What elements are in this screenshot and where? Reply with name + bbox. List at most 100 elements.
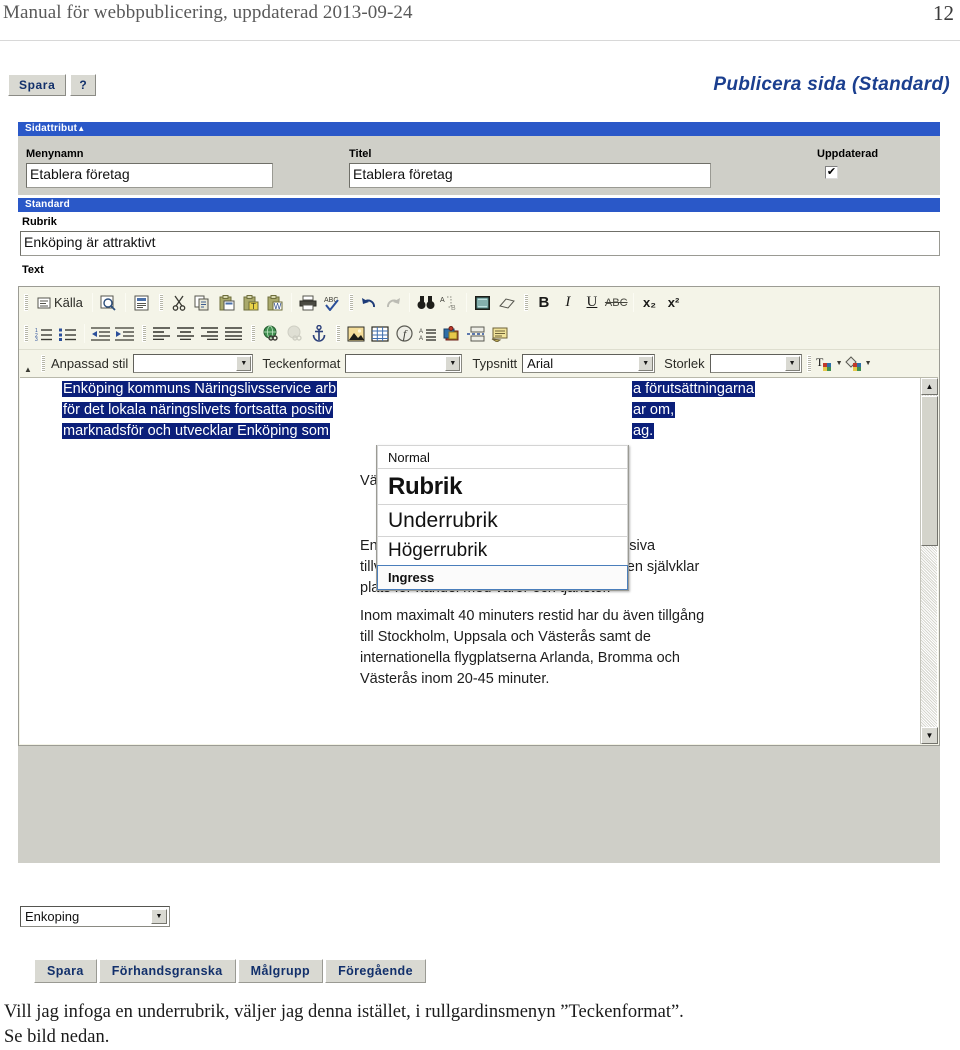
dropdown-item-underrubrik[interactable]: Underrubrik [377, 504, 628, 537]
chevron-down-icon[interactable]: ▼ [151, 909, 167, 924]
align-justify-button[interactable] [223, 323, 245, 345]
dropdown-item-normal[interactable]: Normal [377, 445, 628, 469]
remove-format-button[interactable] [496, 292, 518, 314]
numbered-list-button[interactable]: 1 2 3 [33, 323, 55, 345]
heading-input[interactable]: Enköping är attraktivt [20, 231, 940, 256]
copy-button[interactable] [192, 292, 214, 314]
select-all-button[interactable] [472, 292, 494, 314]
top-command-bar: Spara ? [8, 74, 97, 96]
chevron-down-icon[interactable]: ▼ [638, 355, 654, 371]
selected-paragraph-right: a förutsättningarna ar om, ag. [632, 379, 882, 442]
bold-button[interactable]: B [533, 292, 555, 314]
section-bar-page-attributes[interactable]: Sidattribut▲ [18, 122, 940, 136]
bottom-preview-button[interactable]: Förhandsgranska [98, 959, 236, 983]
bottom-target-group-button[interactable]: Målgrupp [237, 959, 324, 983]
svg-text:T: T [816, 355, 824, 369]
char-format-dropdown-menu[interactable]: Normal Rubrik Underrubrik Högerrubrik In… [376, 445, 629, 591]
bulleted-list-icon [59, 328, 76, 341]
dropdown-item-hogerrubrik[interactable]: Högerrubrik [377, 536, 628, 566]
size-select[interactable]: ▼ [709, 353, 802, 373]
text-color-button[interactable]: T ▼ [816, 352, 843, 374]
site-select-value: Enkoping [25, 909, 80, 924]
bottom-save-button[interactable]: Spara [34, 959, 97, 983]
chevron-down-icon[interactable]: ▼ [865, 360, 872, 367]
chevron-down-icon[interactable]: ▼ [236, 355, 252, 371]
paste-word-button[interactable]: W [264, 292, 286, 314]
updated-checkbox[interactable]: ✔ [825, 166, 838, 179]
eraser-icon [499, 297, 515, 309]
special-char-icon [443, 325, 459, 340]
image-button[interactable] [345, 323, 367, 345]
bottom-previous-button[interactable]: Föregående [325, 959, 426, 983]
top-save-button[interactable]: Spara [8, 74, 67, 96]
char-format-label: Teckenformat [262, 355, 341, 371]
printer-icon [299, 295, 317, 310]
font-select[interactable]: Arial ▼ [522, 353, 656, 373]
spellcheck-button[interactable]: ABC [321, 292, 343, 314]
title-label: Titel [349, 148, 372, 160]
menu-name-input[interactable]: Etablera företag [26, 163, 273, 188]
subscript-button[interactable]: x₂ [639, 292, 661, 314]
superscript-button[interactable]: x² [663, 292, 685, 314]
globe-unlink-icon [287, 325, 302, 341]
align-left-icon [153, 327, 170, 340]
toolbar-grip-icon [336, 325, 340, 342]
toolbar-collapse-icon[interactable]: ▲ [22, 364, 34, 374]
link-button[interactable] [260, 323, 282, 345]
anchor-icon [312, 325, 326, 342]
superscript-icon: x² [667, 295, 680, 310]
dropdown-item-rubrik[interactable]: Rubrik [377, 468, 628, 505]
custom-style-select[interactable]: ▼ [133, 353, 254, 373]
scroll-up-button[interactable]: ▲ [921, 378, 938, 395]
replace-icon: A B [440, 296, 456, 311]
bulleted-list-button[interactable] [57, 323, 79, 345]
toolbar-separator [124, 293, 126, 312]
italic-button[interactable]: I [557, 292, 579, 314]
cut-button[interactable] [168, 292, 190, 314]
special-char-button[interactable] [441, 323, 463, 345]
underline-button[interactable]: U [581, 292, 603, 314]
align-right-icon [201, 327, 218, 340]
paste-text-button[interactable]: T [240, 292, 262, 314]
strikethrough-button[interactable]: ABC [605, 292, 628, 314]
paste-button[interactable] [216, 292, 238, 314]
dropdown-item-ingress[interactable]: Ingress [377, 565, 628, 590]
preview-button[interactable] [98, 292, 120, 314]
table-icon [371, 325, 389, 342]
print-button[interactable] [297, 292, 319, 314]
align-right-button[interactable] [199, 323, 221, 345]
title-input[interactable]: Etablera företag [349, 163, 711, 188]
image-icon [347, 326, 365, 341]
templates-button[interactable] [131, 292, 153, 314]
chevron-down-icon[interactable]: ▼ [784, 355, 800, 371]
redo-button[interactable] [382, 292, 404, 314]
align-center-button[interactable] [175, 323, 197, 345]
undo-button[interactable] [358, 292, 380, 314]
toolbar-separator [91, 293, 93, 312]
chevron-down-icon[interactable]: ▼ [836, 360, 843, 367]
bg-color-button[interactable]: ▼ [844, 352, 872, 374]
site-select[interactable]: Enkoping ▼ [20, 906, 170, 927]
align-left-button[interactable] [151, 323, 173, 345]
source-button[interactable]: Källa [33, 292, 87, 314]
indent-button[interactable] [114, 323, 136, 345]
chevron-down-icon[interactable]: ▼ [445, 355, 461, 371]
outdent-button[interactable] [90, 323, 112, 345]
page-break-button[interactable] [465, 323, 487, 345]
unlink-button[interactable] [284, 323, 306, 345]
table-button[interactable] [369, 323, 391, 345]
scrollbar-thumb[interactable] [921, 396, 938, 546]
scroll-down-button[interactable]: ▼ [921, 727, 938, 744]
form-button[interactable]: A A [417, 323, 439, 345]
help-button[interactable]: ? [70, 74, 97, 96]
collapse-caret-icon[interactable]: ▲ [77, 124, 85, 133]
anchor-button[interactable] [308, 323, 330, 345]
char-format-select[interactable]: ▼ [345, 353, 463, 373]
show-blocks-button[interactable] [489, 323, 511, 345]
editor-scrollbar[interactable]: ▲ ▼ [920, 378, 938, 744]
flash-button[interactable]: f [393, 323, 415, 345]
replace-button[interactable]: A B [439, 292, 461, 314]
find-button[interactable] [415, 292, 437, 314]
section-bar-standard[interactable]: Standard [18, 198, 940, 212]
bold-icon: B [538, 294, 550, 311]
